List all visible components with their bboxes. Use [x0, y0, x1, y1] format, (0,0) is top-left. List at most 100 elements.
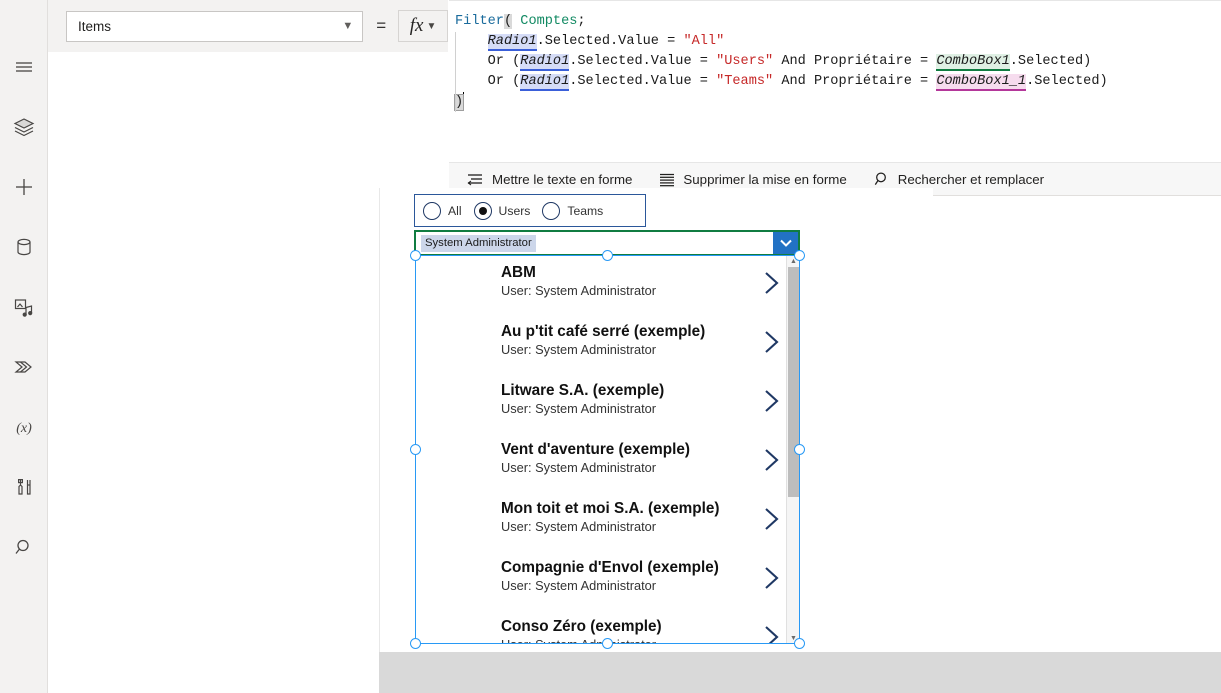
equals-sign: =: [376, 16, 387, 35]
chevron-right-icon[interactable]: [762, 328, 782, 361]
gallery-item-title: Litware S.A. (exemple): [501, 382, 665, 399]
combobox-control[interactable]: System Administrator: [414, 230, 800, 256]
chevron-down-icon: ▼: [426, 20, 437, 32]
formula-token: ComboBox1_1: [936, 74, 1027, 91]
formula-token: .Selected.Value =: [536, 34, 684, 49]
radio-option-teams[interactable]: Teams: [542, 201, 604, 220]
chevron-right-icon[interactable]: [762, 623, 782, 644]
scroll-up-arrow[interactable]: ▲: [787, 255, 800, 267]
formula-line: ): [453, 92, 1221, 113]
gallery-item-subtitle: User: System Administrator: [501, 460, 657, 475]
formula-token: ;: [577, 14, 586, 29]
radio-option-label: All: [448, 203, 462, 218]
gallery-item-subtitle: User: System Administrator: [501, 401, 657, 416]
radio-selected-icon: [473, 201, 492, 220]
radio-option-users[interactable]: Users: [473, 201, 531, 220]
gallery-item-title: Au p'tit café serré (exemple): [501, 323, 706, 340]
chevron-down-icon: ▼: [342, 19, 354, 32]
insert-icon[interactable]: [4, 167, 44, 207]
find-replace-button[interactable]: Rechercher et remplacer: [874, 171, 1044, 187]
tools-icon[interactable]: [4, 467, 44, 507]
format-text-icon: [467, 173, 482, 185]
radio-option-label: Users: [498, 203, 531, 218]
formula-code: Filter( Comptes; Radio1.Selected.Value =…: [449, 1, 1221, 113]
gallery-item[interactable]: ABM User: System Administrator: [416, 255, 800, 314]
formula-token: [455, 34, 488, 49]
formula-token: .Selected.Value =: [569, 74, 717, 89]
formula-token: "Teams": [716, 74, 774, 89]
combobox-selected-chip: System Administrator: [421, 234, 536, 252]
remove-formatting-icon: [660, 173, 675, 186]
fx-label: fx: [409, 15, 424, 36]
chevron-down-icon: [779, 239, 792, 247]
variables-icon: (x): [4, 407, 44, 447]
text-caret: [463, 92, 465, 107]
remove-formatting-button[interactable]: Supprimer la mise en forme: [659, 171, 847, 187]
gallery-item-subtitle: User: System Administrator: [501, 519, 657, 534]
formula-bar-area: Items ▼ = fx ▼ Filter( Comptes; Radio1.S…: [48, 0, 1221, 196]
gallery-item[interactable]: Vent d'aventure (exemple) User: System Ad…: [416, 432, 800, 491]
fx-button[interactable]: fx ▼: [398, 10, 448, 42]
formula-token: .Selected): [1009, 54, 1092, 69]
formula-line: Filter( Comptes;: [455, 12, 1221, 32]
format-text-button[interactable]: Mettre le texte en forme: [467, 172, 632, 187]
formula-token: .Selected.Value =: [569, 54, 717, 69]
formula-token: Comptes: [520, 14, 578, 29]
chevron-right-icon[interactable]: [762, 446, 782, 479]
canvas-bottom-strip: [379, 652, 1221, 693]
formula-token: [455, 74, 488, 89]
gallery-scrollbar[interactable]: ▲ ▼: [786, 255, 800, 644]
radio-group-control[interactable]: All Users Teams: [414, 194, 646, 227]
gallery-item-title: Conso Zéro (exemple): [501, 618, 662, 635]
gallery-item[interactable]: Mon toit et moi S.A. (exemple) User: Syst…: [416, 491, 800, 550]
radio-unselected-icon: [542, 201, 561, 220]
formula-line: Or (Radio1.Selected.Value = "Users" And …: [455, 52, 1221, 72]
chevron-right-icon[interactable]: [762, 387, 782, 420]
property-dropdown[interactable]: Items ▼: [66, 10, 364, 42]
formula-token: [455, 54, 488, 69]
gallery-item-subtitle: User: System Administrator: [501, 636, 800, 644]
radio-option-label: Teams: [567, 203, 604, 218]
gallery-item[interactable]: Conso Zéro (exemple)User: System Adminis…: [416, 609, 800, 644]
formula-token: And Propriétaire =: [773, 54, 937, 69]
formula-token: Or (: [487, 54, 521, 69]
scroll-down-arrow[interactable]: ▼: [787, 632, 800, 644]
remove-formatting-label: Supprimer la mise en forme: [683, 171, 847, 187]
chevron-right-icon[interactable]: [762, 505, 782, 538]
menu-icon[interactable]: [4, 47, 44, 87]
combobox-dropdown-arrow[interactable]: [773, 232, 798, 254]
data-icon[interactable]: [4, 227, 44, 267]
left-navigation-rail: (x): [0, 0, 48, 693]
formula-line: Or (Radio1.Selected.Value = "Teams" And …: [455, 72, 1221, 92]
search-icon[interactable]: [4, 527, 44, 567]
formula-token: Or (: [487, 74, 521, 89]
gallery-item[interactable]: Compagnie d'Envol (exemple) User: System …: [416, 550, 800, 609]
power-automate-icon[interactable]: [4, 347, 44, 387]
chevron-right-icon[interactable]: [762, 564, 782, 597]
gallery-item[interactable]: Au p'tit café serré (exemple) User: Syste…: [416, 314, 800, 373]
formula-token: .Selected): [1026, 74, 1108, 89]
format-text-label: Mettre le texte en forme: [492, 171, 633, 187]
tree-view-icon[interactable]: [4, 107, 44, 147]
formula-token: ): [453, 94, 465, 111]
formula-token: ComboBox1: [936, 54, 1010, 71]
search-icon: [874, 172, 886, 185]
formula-token: And Propriétaire =: [773, 74, 937, 89]
media-icon[interactable]: [4, 287, 44, 327]
formula-input[interactable]: Filter( Comptes; Radio1.Selected.Value =…: [449, 0, 1221, 162]
property-selector-bar: Items ▼ = fx ▼: [48, 0, 448, 52]
formula-token: Radio1: [487, 34, 537, 51]
gallery-scrollbar-thumb[interactable]: [788, 267, 800, 497]
formula-line: Radio1.Selected.Value = "All": [455, 32, 1221, 52]
gallery-item-title: Compagnie d'Envol (exemple): [501, 559, 719, 576]
gallery-item-subtitle: User: System Administrator: [501, 342, 657, 357]
chevron-right-icon[interactable]: [762, 269, 782, 302]
formula-token: Radio1: [520, 54, 570, 71]
gallery-item-subtitle: User: System Administrator: [501, 283, 657, 298]
gallery-item-title: Vent d'aventure (exemple): [501, 441, 690, 458]
gallery-item[interactable]: Litware S.A. (exemple) User: System Admin…: [416, 373, 800, 432]
find-replace-label: Rechercher et remplacer: [897, 171, 1045, 187]
gallery-control[interactable]: ABM User: System Administrator Au p'tit ca…: [416, 255, 800, 644]
radio-option-all[interactable]: All: [423, 201, 462, 220]
gallery-item-subtitle: User: System Administrator: [501, 578, 657, 593]
